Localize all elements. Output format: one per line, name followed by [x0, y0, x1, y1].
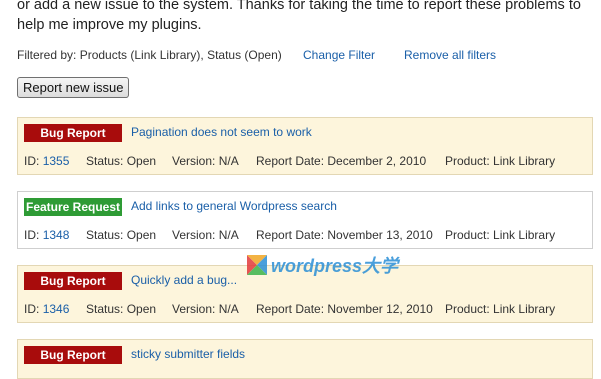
filter-bar: Filtered by: Products (Link Library), St…: [17, 48, 496, 62]
issue-type-badge: Bug Report: [24, 124, 122, 142]
version-value: N/A: [218, 154, 239, 168]
issue-title-link[interactable]: Pagination does not seem to work: [131, 125, 312, 139]
status-value: Open: [126, 228, 157, 242]
issue-title-link[interactable]: Quickly add a bug...: [131, 273, 237, 287]
issue-version: Version: N/A: [172, 302, 239, 316]
issue-card: Feature Request Add links to general Wor…: [17, 191, 593, 249]
version-value: N/A: [218, 228, 239, 242]
issue-version: Version: N/A: [172, 228, 239, 242]
issue-id: ID: 1348: [24, 228, 69, 242]
report-date-value: November 12, 2010: [327, 302, 433, 316]
change-filter-link[interactable]: Change Filter: [303, 48, 375, 62]
status-value: Open: [126, 154, 157, 168]
issue-id: ID: 1355: [24, 154, 69, 168]
product-label: Product:: [445, 154, 490, 168]
issue-report-date: Report Date: November 12, 2010: [256, 302, 433, 316]
report-date-label: Report Date:: [256, 154, 325, 168]
version-label: Version:: [172, 154, 216, 168]
issue-product: Product: Link Library: [445, 228, 555, 242]
product-value: Link Library: [493, 228, 556, 242]
issue-id: ID: 1346: [24, 302, 69, 316]
id-label: ID:: [24, 302, 40, 316]
product-label: Product:: [445, 228, 490, 242]
issue-report-date: Report Date: December 2, 2010: [256, 154, 426, 168]
product-value: Link Library: [493, 154, 556, 168]
status-label: Status:: [86, 302, 124, 316]
issue-status: Status: Open: [86, 302, 156, 316]
product-value: Link Library: [493, 302, 556, 316]
intro-text: or add a new issue to the system. Thanks…: [17, 0, 581, 33]
issue-product: Product: Link Library: [445, 154, 555, 168]
issue-type-badge: Bug Report: [24, 272, 122, 290]
version-label: Version:: [172, 228, 216, 242]
id-label: ID:: [24, 154, 40, 168]
status-value: Open: [126, 302, 157, 316]
issue-card: Bug Report sticky submitter fields: [17, 339, 593, 379]
issue-title-link[interactable]: sticky submitter fields: [131, 347, 245, 361]
issue-id-link[interactable]: 1355: [43, 154, 70, 168]
status-label: Status:: [86, 228, 124, 242]
issue-id-link[interactable]: 1346: [43, 302, 70, 316]
status-label: Status:: [86, 154, 124, 168]
report-date-label: Report Date:: [256, 228, 325, 242]
issue-status: Status: Open: [86, 228, 156, 242]
watermark: wordpress大学: [247, 252, 398, 278]
filter-summary: Filtered by: Products (Link Library), St…: [17, 48, 282, 62]
id-label: ID:: [24, 228, 40, 242]
report-date-value: November 13, 2010: [327, 228, 433, 242]
issue-product: Product: Link Library: [445, 302, 555, 316]
watermark-text: wordpress大学: [271, 256, 399, 276]
product-label: Product:: [445, 302, 490, 316]
issue-report-date: Report Date: November 13, 2010: [256, 228, 433, 242]
issue-id-link[interactable]: 1348: [43, 228, 70, 242]
remove-all-filters-link[interactable]: Remove all filters: [404, 48, 496, 62]
report-date-value: December 2, 2010: [327, 154, 427, 168]
report-date-label: Report Date:: [256, 302, 325, 316]
issue-type-badge: Feature Request: [24, 198, 122, 216]
version-value: N/A: [218, 302, 239, 316]
watermark-logo-icon: [247, 255, 267, 275]
issue-status: Status: Open: [86, 154, 156, 168]
issue-type-badge: Bug Report: [24, 346, 122, 364]
issue-card: Bug Report Pagination does not seem to w…: [17, 117, 593, 175]
report-new-issue-button[interactable]: Report new issue: [17, 77, 130, 98]
issue-title-link[interactable]: Add links to general Wordpress search: [131, 199, 337, 213]
issue-version: Version: N/A: [172, 154, 239, 168]
version-label: Version:: [172, 302, 216, 316]
